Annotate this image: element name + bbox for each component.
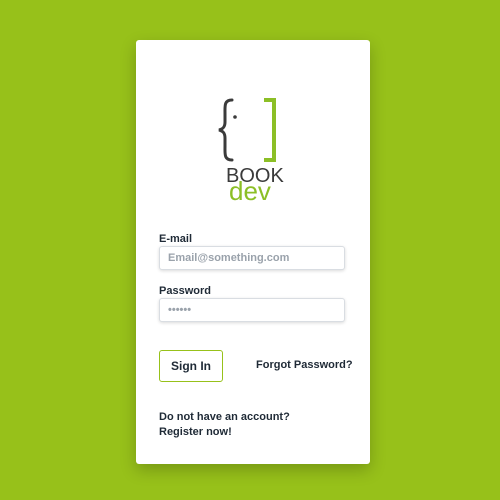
- sign-in-button[interactable]: Sign In: [159, 350, 223, 382]
- bookdev-logo-graphic: BOOK dev: [218, 98, 284, 206]
- register-link[interactable]: Register now!: [159, 426, 232, 438]
- bookdev-logo: BOOK dev: [216, 96, 296, 206]
- password-label: Password: [159, 285, 211, 297]
- logo-word-bottom: dev: [229, 176, 271, 206]
- password-field[interactable]: [159, 298, 345, 322]
- email-field[interactable]: [159, 246, 345, 270]
- email-label: E-mail: [159, 233, 193, 245]
- no-account-text: Do not have an account?: [159, 411, 290, 423]
- forgot-password-link[interactable]: Forgot Password?: [256, 359, 353, 371]
- login-card: BOOK dev E-mail Password Sign In Forgot …: [136, 40, 370, 464]
